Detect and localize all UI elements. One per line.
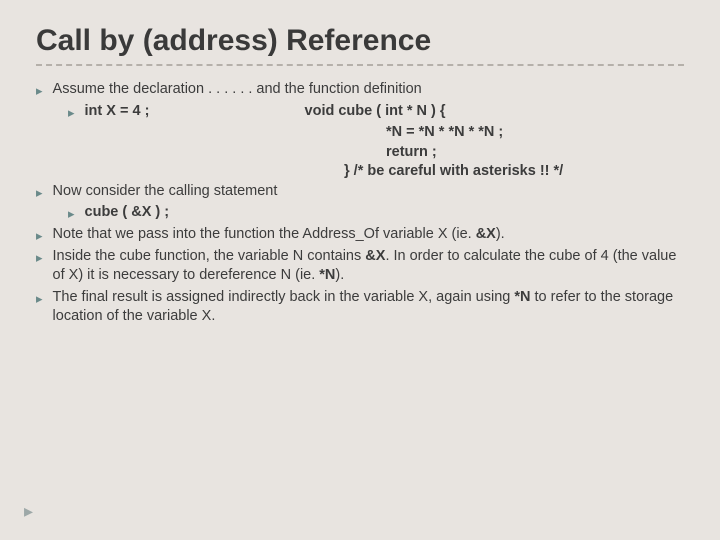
bullet-5: ▸ The final result is assigned indirectl… [36,288,684,327]
b3-pre: Note that we pass into the function the … [53,226,476,242]
bullet-2: ▸ Now consider the calling statement [36,182,684,202]
code-declaration: int X = 4 ; [85,102,305,122]
bullet-icon: ▸ [36,227,43,245]
b4-bold1: &X [365,248,385,264]
bullet-icon: ▸ [36,82,43,100]
bullet-4: ▸ Inside the cube function, the variable… [36,247,684,286]
bullet-icon: ▸ [36,249,43,267]
bullet-3: ▸ Note that we pass into the function th… [36,225,684,245]
b3-bold: &X [476,226,496,242]
b4-pre: Inside the cube function, the variable N… [53,248,366,264]
bullet-icon: ▸ [36,184,43,202]
b5-pre: The final result is assigned indirectly … [53,289,515,305]
bullet-2-text: Now consider the calling statement [53,182,684,202]
b4-bold2: *N [319,267,335,283]
bullet-4-text: Inside the cube function, the variable N… [53,247,684,286]
bullet-1: ▸ Assume the declaration . . . . . . and… [36,80,684,100]
b5-bold: *N [514,289,530,305]
slide-content: ▸ Assume the declaration . . . . . . and… [36,80,684,327]
bullet-2a: ▸ cube ( &X ) ; [68,203,684,223]
bullet-icon: ▸ [68,104,75,122]
code-funcdef-line2: *N = *N * *N * *N ; [386,123,684,143]
slide-title: Call by (address) Reference [36,24,684,58]
bullet-3-text: Note that we pass into the function the … [53,225,684,245]
code-funcdef-line1: void cube ( int * N ) { [305,102,684,122]
code-call: cube ( &X ) ; [85,203,684,223]
code-funcdef-line3: return ; [386,143,684,163]
bullet-icon: ▸ [68,205,75,223]
b4-post: ). [335,267,344,283]
b3-post: ). [496,226,505,242]
bullet-1-text: Assume the declaration . . . . . . and t… [53,80,684,100]
bullet-5-text: The final result is assigned indirectly … [53,288,684,327]
bullet-1a: ▸ int X = 4 ; void cube ( int * N ) { [68,102,684,122]
bullet-icon: ▸ [36,290,43,308]
title-divider [36,64,684,66]
code-funcdef-line4: } /* be careful with asterisks !! */ [344,162,684,182]
corner-marker-icon: ▸ [24,501,33,522]
